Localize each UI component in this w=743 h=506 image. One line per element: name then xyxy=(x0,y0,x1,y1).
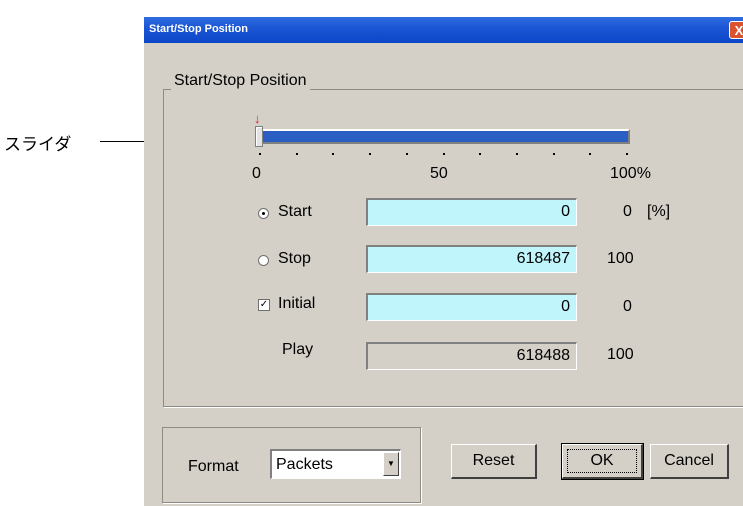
start-radio[interactable] xyxy=(258,208,269,219)
ok-button[interactable]: OK xyxy=(561,443,644,480)
close-button[interactable]: X xyxy=(729,21,743,39)
tick-label-0: 0 xyxy=(252,165,261,182)
slider-track[interactable] xyxy=(260,129,630,144)
start-field[interactable]: 0 xyxy=(366,198,577,226)
stop-label: Stop xyxy=(278,250,311,267)
annotation-label: スライダ xyxy=(4,135,72,154)
percent-unit: [%] xyxy=(647,203,671,220)
title-bar[interactable]: Start/Stop Position X xyxy=(144,17,743,43)
initial-checkbox[interactable]: ✓ xyxy=(258,299,270,311)
play-percent: 100 xyxy=(607,346,634,363)
start-label: Start xyxy=(278,203,312,220)
window-title: Start/Stop Position xyxy=(149,23,248,35)
slider-tick xyxy=(405,153,408,155)
slider-marker-icon: ↓ xyxy=(254,111,261,126)
slider-tick xyxy=(552,153,555,155)
slider-tick xyxy=(442,153,445,155)
slider-tick xyxy=(295,153,298,155)
slider-tick xyxy=(589,153,592,155)
tick-label-50: 50 xyxy=(430,165,448,182)
play-field: 618488 xyxy=(366,342,577,370)
reset-button[interactable]: Reset xyxy=(451,444,537,479)
ok-focus-ring xyxy=(567,449,637,473)
slider-tick xyxy=(626,153,628,155)
slider-tick xyxy=(332,153,335,155)
format-label: Format xyxy=(188,458,239,475)
slider-tick xyxy=(259,153,261,155)
play-label: Play xyxy=(282,341,314,358)
start-percent: 0 xyxy=(623,203,632,220)
stop-percent: 100 xyxy=(607,250,634,267)
stop-radio[interactable] xyxy=(258,255,269,266)
slider-tick xyxy=(515,153,518,155)
slider-tick xyxy=(369,153,372,155)
tick-label-100: 100% xyxy=(610,165,651,182)
slider-tick xyxy=(479,153,482,155)
format-select[interactable]: Packets ▼ xyxy=(270,449,401,479)
chevron-down-icon[interactable]: ▼ xyxy=(383,452,399,476)
position-group-title: Start/Stop Position xyxy=(171,72,310,90)
format-select-value: Packets xyxy=(276,456,333,473)
initial-percent: 0 xyxy=(623,298,632,315)
initial-field[interactable]: 0 xyxy=(366,293,577,321)
cancel-button[interactable]: Cancel xyxy=(650,444,729,479)
stop-field[interactable]: 618487 xyxy=(366,245,577,273)
slider-thumb[interactable] xyxy=(255,126,263,147)
initial-label: Initial xyxy=(278,295,316,312)
start-stop-dialog: Start/Stop Position X Start/Stop Positio… xyxy=(144,17,743,506)
